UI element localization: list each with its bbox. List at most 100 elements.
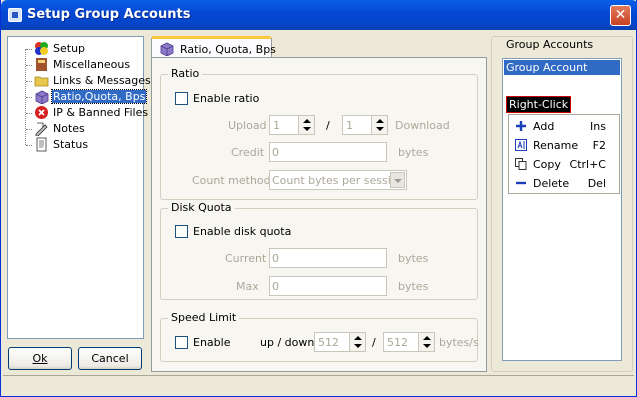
- plus-icon: [516, 121, 526, 131]
- setup-icon: [35, 42, 48, 55]
- max-label: Max: [236, 280, 259, 293]
- download-label: Download: [395, 119, 450, 132]
- enable-disk-quota-checkbox[interactable]: [175, 225, 188, 238]
- notes-icon: [35, 122, 48, 136]
- credit-unit: bytes: [398, 146, 429, 159]
- max-unit: bytes: [398, 280, 429, 293]
- menu-item-label: Delete: [533, 177, 570, 190]
- app-icon: [8, 8, 22, 22]
- speed-separator: /: [372, 336, 376, 349]
- menu-item-label: Add: [533, 120, 555, 133]
- dialog-window: Setup Group Accounts ✕ Setup Miscellaneo…: [0, 0, 637, 397]
- status-bar: [3, 375, 634, 393]
- status-icon: [36, 137, 47, 152]
- menu-item-rename[interactable]: Rename F2: [509, 136, 619, 155]
- cancel-button-label: Cancel: [91, 352, 129, 365]
- credit-field[interactable]: 0: [269, 142, 387, 162]
- upload-speed-spin-arrows[interactable]: [349, 333, 365, 351]
- nav-item-links-messages[interactable]: Links & Messages: [22, 73, 151, 89]
- download-speed-spinner[interactable]: 512: [383, 332, 435, 352]
- chevron-down-icon[interactable]: [390, 172, 405, 188]
- ok-button-label: Ok: [32, 352, 48, 365]
- enable-ratio-label: Enable ratio: [193, 92, 260, 105]
- download-value: 1: [346, 119, 353, 132]
- menu-item-copy[interactable]: Copy Ctrl+C: [509, 155, 619, 174]
- nav-tree[interactable]: Setup Miscellaneous Links & Messages Rat…: [7, 36, 151, 339]
- download-speed-spin-arrows[interactable]: [418, 333, 434, 351]
- arrow-up-icon[interactable]: [376, 119, 384, 123]
- upload-spin-arrows[interactable]: [298, 116, 314, 134]
- nav-item-setup[interactable]: Setup: [22, 41, 144, 57]
- enable-ratio-checkbox[interactable]: [175, 92, 188, 105]
- nav-item-label: Status: [53, 138, 89, 151]
- copy-icon: [515, 158, 527, 170]
- arrow-down-icon[interactable]: [376, 127, 384, 131]
- banned-icon: [35, 106, 48, 119]
- rename-icon: [515, 139, 527, 151]
- arrow-down-icon[interactable]: [303, 127, 311, 131]
- minus-icon: [516, 181, 526, 185]
- speed-limit-group: Speed Limit Enable up / down 512 / 512 b…: [160, 311, 479, 362]
- upload-label: Upload: [228, 119, 267, 132]
- ratio-separator: /: [326, 119, 330, 132]
- ratio-legend: Ratio: [168, 67, 203, 80]
- box-icon: [160, 42, 174, 56]
- enable-speed-limit-label: Enable: [193, 336, 231, 349]
- close-button[interactable]: ✕: [610, 5, 631, 26]
- nav-item-label: Notes: [53, 122, 85, 135]
- list-item[interactable]: Group Account: [504, 60, 620, 75]
- upload-spinner[interactable]: 1: [269, 115, 315, 135]
- ok-button[interactable]: Ok: [8, 347, 72, 370]
- right-click-hint: Right-Click: [505, 96, 572, 113]
- upload-value: 1: [273, 119, 280, 132]
- menu-item-add[interactable]: Add Ins: [509, 117, 619, 136]
- arrow-up-icon[interactable]: [354, 336, 362, 340]
- title-bar[interactable]: Setup Group Accounts ✕: [1, 0, 637, 30]
- menu-item-shortcut: Ins: [590, 120, 606, 133]
- nav-item-label: Miscellaneous: [53, 58, 131, 71]
- max-field[interactable]: 0: [269, 276, 387, 296]
- credit-value: 0: [272, 146, 279, 159]
- count-method-value: Count bytes per session: [272, 174, 405, 187]
- count-method-label: Count method: [192, 174, 271, 187]
- nav-item-status[interactable]: Status: [22, 137, 144, 153]
- menu-item-shortcut: Ctrl+C: [569, 158, 606, 171]
- nav-item-notes[interactable]: Notes: [22, 121, 144, 137]
- arrow-down-icon[interactable]: [354, 344, 362, 348]
- speed-limit-legend: Speed Limit: [168, 311, 240, 324]
- arrow-down-icon[interactable]: [423, 344, 431, 348]
- nav-item-label: IP & Banned Files: [53, 106, 149, 119]
- nav-item-ip-banned-files[interactable]: IP & Banned Files: [22, 105, 148, 121]
- upload-speed-spinner[interactable]: 512: [314, 332, 366, 352]
- nav-item-miscellaneous[interactable]: Miscellaneous: [22, 57, 144, 73]
- tab-label: Ratio, Quota, Bps: [180, 43, 276, 56]
- tab-ratio-quota-bps[interactable]: Ratio, Quota, Bps: [151, 36, 276, 58]
- cancel-button[interactable]: Cancel: [78, 347, 142, 370]
- ratio-group: Ratio Enable ratio Upload 1 / 1 Download…: [160, 67, 478, 200]
- nav-item-ratio-quota-bps[interactable]: Ratio,Quota, Bps: [22, 89, 148, 105]
- current-unit: bytes: [398, 252, 429, 265]
- group-accounts-legend: Group Accounts: [504, 38, 596, 51]
- download-spin-arrows[interactable]: [371, 116, 387, 134]
- folder-icon: [34, 76, 49, 87]
- box-icon: [35, 90, 49, 104]
- menu-item-label: Copy: [533, 158, 561, 171]
- credit-label: Credit: [231, 146, 265, 159]
- max-value: 0: [272, 280, 279, 293]
- arrow-up-icon[interactable]: [423, 336, 431, 340]
- nav-item-label: Setup: [53, 42, 86, 55]
- enable-speed-limit-checkbox[interactable]: [175, 336, 188, 349]
- disk-quota-legend: Disk Quota: [168, 201, 235, 214]
- context-menu: Add Ins Rename F2 Copy Ctrl+C Delete Del: [508, 114, 620, 194]
- arrow-up-icon[interactable]: [303, 119, 311, 123]
- menu-item-delete[interactable]: Delete Del: [509, 174, 619, 193]
- download-spinner[interactable]: 1: [342, 115, 388, 135]
- menu-item-shortcut: F2: [592, 139, 606, 152]
- tab-page: Ratio Enable ratio Upload 1 / 1 Download…: [151, 57, 487, 372]
- menu-item-label: Rename: [533, 139, 579, 152]
- nav-item-label: Links & Messages: [53, 74, 151, 87]
- speed-unit: bytes/s: [439, 336, 479, 349]
- current-value: 0: [272, 252, 279, 265]
- count-method-select[interactable]: Count bytes per session: [269, 170, 407, 190]
- current-field[interactable]: 0: [269, 248, 387, 268]
